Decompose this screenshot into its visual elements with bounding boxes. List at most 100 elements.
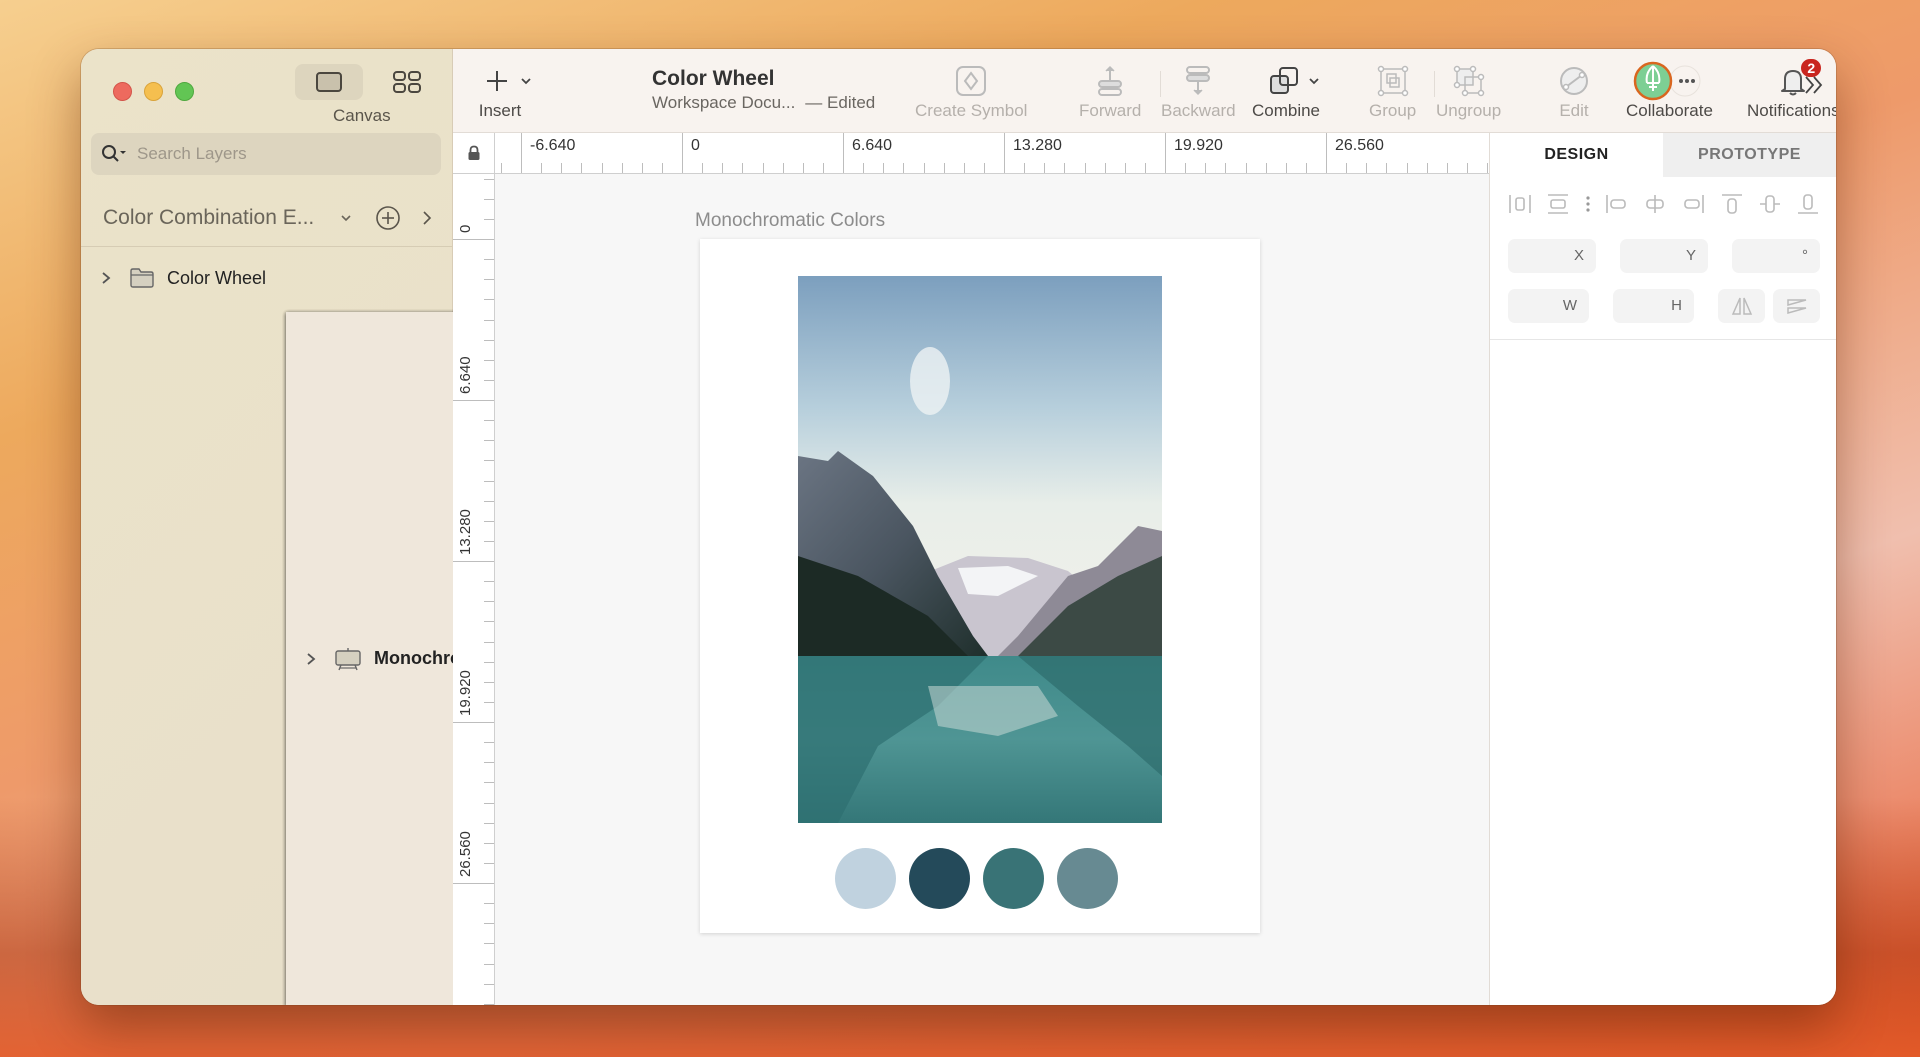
ruler-minor-tick <box>484 762 494 763</box>
page-selector[interactable]: Color Combination E... <box>81 189 452 247</box>
ruler-minor-tick <box>484 501 494 502</box>
chevron-right-icon[interactable] <box>101 271 111 285</box>
ruler-minor-tick <box>484 320 494 321</box>
vertical-ruler[interactable]: 0 6.640 13.280 19.920 26.560 <box>453 174 495 1005</box>
ruler-minor-tick <box>823 163 824 173</box>
align-bottom-icon[interactable] <box>1796 193 1820 215</box>
chevron-double-right-icon <box>1805 76 1823 94</box>
grid-view-button[interactable] <box>373 64 441 100</box>
user-avatar-icon <box>1634 61 1701 101</box>
ruler-minor-tick <box>541 163 542 173</box>
chevron-right-icon[interactable] <box>306 652 316 666</box>
chevron-right-icon[interactable] <box>421 210 433 226</box>
landscape-photo[interactable] <box>798 276 1162 823</box>
size-fields: W H <box>1490 289 1836 323</box>
edit-button[interactable]: Edit <box>1558 63 1590 121</box>
ruler-minor-tick <box>484 601 494 602</box>
canvas[interactable]: Monochromatic Colors <box>495 174 1489 1005</box>
align-center-vertical-icon[interactable] <box>1758 193 1782 215</box>
x-position-field[interactable]: X <box>1508 239 1596 273</box>
x-field-label: X <box>1573 247 1584 264</box>
insert-button[interactable]: Insert <box>479 63 537 121</box>
backward-button[interactable]: Backward <box>1161 63 1236 121</box>
combine-icon <box>1270 67 1298 94</box>
color-swatch[interactable] <box>1057 848 1118 909</box>
align-center-horizontal-icon[interactable] <box>1643 193 1667 215</box>
add-page-icon[interactable] <box>375 205 401 231</box>
flip-vertical-button[interactable] <box>1773 289 1820 323</box>
ruler-minor-tick <box>484 581 494 582</box>
combine-label: Combine <box>1251 101 1321 120</box>
color-swatch[interactable] <box>909 848 970 909</box>
forward-button[interactable]: Forward <box>1079 63 1141 121</box>
inspector-divider <box>1490 339 1836 340</box>
ruler-minor-tick <box>1125 163 1126 173</box>
search-layers-field[interactable] <box>91 133 441 175</box>
ruler-minor-tick <box>642 163 643 173</box>
combine-button[interactable]: Combine <box>1252 63 1324 121</box>
document-location: Workspace Docu... <box>652 93 796 112</box>
ruler-minor-tick <box>1105 163 1106 173</box>
ruler-label: 13.280 <box>457 509 474 555</box>
tab-prototype[interactable]: PROTOTYPE <box>1663 133 1836 177</box>
y-field-label: Y <box>1685 247 1696 264</box>
create-symbol-button[interactable]: Create Symbol <box>915 63 1027 121</box>
align-top-icon[interactable] <box>1720 193 1744 215</box>
ruler-minor-tick <box>1447 163 1448 173</box>
distribute-horizontal-icon[interactable] <box>1508 193 1532 215</box>
ruler-minor-tick <box>484 199 494 200</box>
width-field[interactable]: W <box>1508 289 1589 323</box>
rotation-field[interactable]: ° <box>1732 239 1820 273</box>
layer-item-folder[interactable]: Color Wheel <box>81 247 452 309</box>
y-position-field[interactable]: Y <box>1620 239 1708 273</box>
artboard[interactable] <box>700 239 1260 933</box>
document-title[interactable]: Color Wheel Workspace Docu... — Edited <box>652 67 875 113</box>
artboard-title[interactable]: Monochromatic Colors <box>695 210 885 232</box>
ruler-minor-tick <box>1306 163 1307 173</box>
horizontal-ruler[interactable]: -6.640 0 6.640 13.280 19.920 26.560 <box>495 133 1489 174</box>
zoom-window-button[interactable] <box>175 82 194 101</box>
ruler-minor-tick <box>484 964 494 965</box>
toolbar-divider <box>1434 71 1435 97</box>
ruler-minor-tick <box>783 163 784 173</box>
height-field[interactable]: H <box>1613 289 1694 323</box>
edit-label: Edit <box>1559 101 1589 120</box>
ruler-minor-tick <box>1346 163 1347 173</box>
ruler-minor-tick <box>1487 163 1488 173</box>
align-left-icon[interactable] <box>1605 193 1629 215</box>
ungroup-button[interactable]: Ungroup <box>1436 63 1501 121</box>
ruler-minor-tick <box>484 460 494 461</box>
ruler-label: 0 <box>457 224 474 233</box>
ruler-minor-tick <box>484 219 494 220</box>
artboard-icon <box>335 647 361 670</box>
ruler-minor-tick <box>1427 163 1428 173</box>
ruler-minor-tick <box>484 823 494 824</box>
minimize-window-button[interactable] <box>144 82 163 101</box>
group-button[interactable]: Group <box>1369 63 1416 121</box>
ruler-minor-tick <box>484 481 494 482</box>
ruler-minor-tick <box>484 984 494 985</box>
distribute-vertical-icon[interactable] <box>1546 193 1570 215</box>
more-vertical-icon[interactable] <box>1585 193 1591 215</box>
collaborate-button[interactable]: Collaborate <box>1626 61 1713 121</box>
ruler-minor-tick <box>484 782 494 783</box>
toolbar: Insert Color Wheel Workspace Docu... — Ed… <box>453 49 1836 133</box>
ruler-minor-tick <box>581 163 582 173</box>
more-toolbar-button[interactable] <box>1801 67 1827 103</box>
ruler-label: 0 <box>691 137 700 154</box>
color-swatch[interactable] <box>835 848 896 909</box>
flip-horizontal-button[interactable] <box>1718 289 1765 323</box>
canvas-view-button[interactable] <box>295 64 363 100</box>
chevron-down-icon[interactable] <box>339 213 353 223</box>
color-swatch[interactable] <box>983 848 1044 909</box>
ruler-minor-tick <box>484 803 494 804</box>
ruler-minor-tick <box>501 163 502 173</box>
ruler-minor-tick <box>944 163 945 173</box>
close-window-button[interactable] <box>113 82 132 101</box>
ruler-lock-toggle[interactable] <box>453 133 495 174</box>
ruler-minor-tick <box>1064 163 1065 173</box>
align-right-icon[interactable] <box>1681 193 1705 215</box>
tab-design[interactable]: DESIGN <box>1490 133 1663 177</box>
search-layers-input[interactable] <box>137 144 427 164</box>
ruler-minor-tick <box>1205 163 1206 173</box>
